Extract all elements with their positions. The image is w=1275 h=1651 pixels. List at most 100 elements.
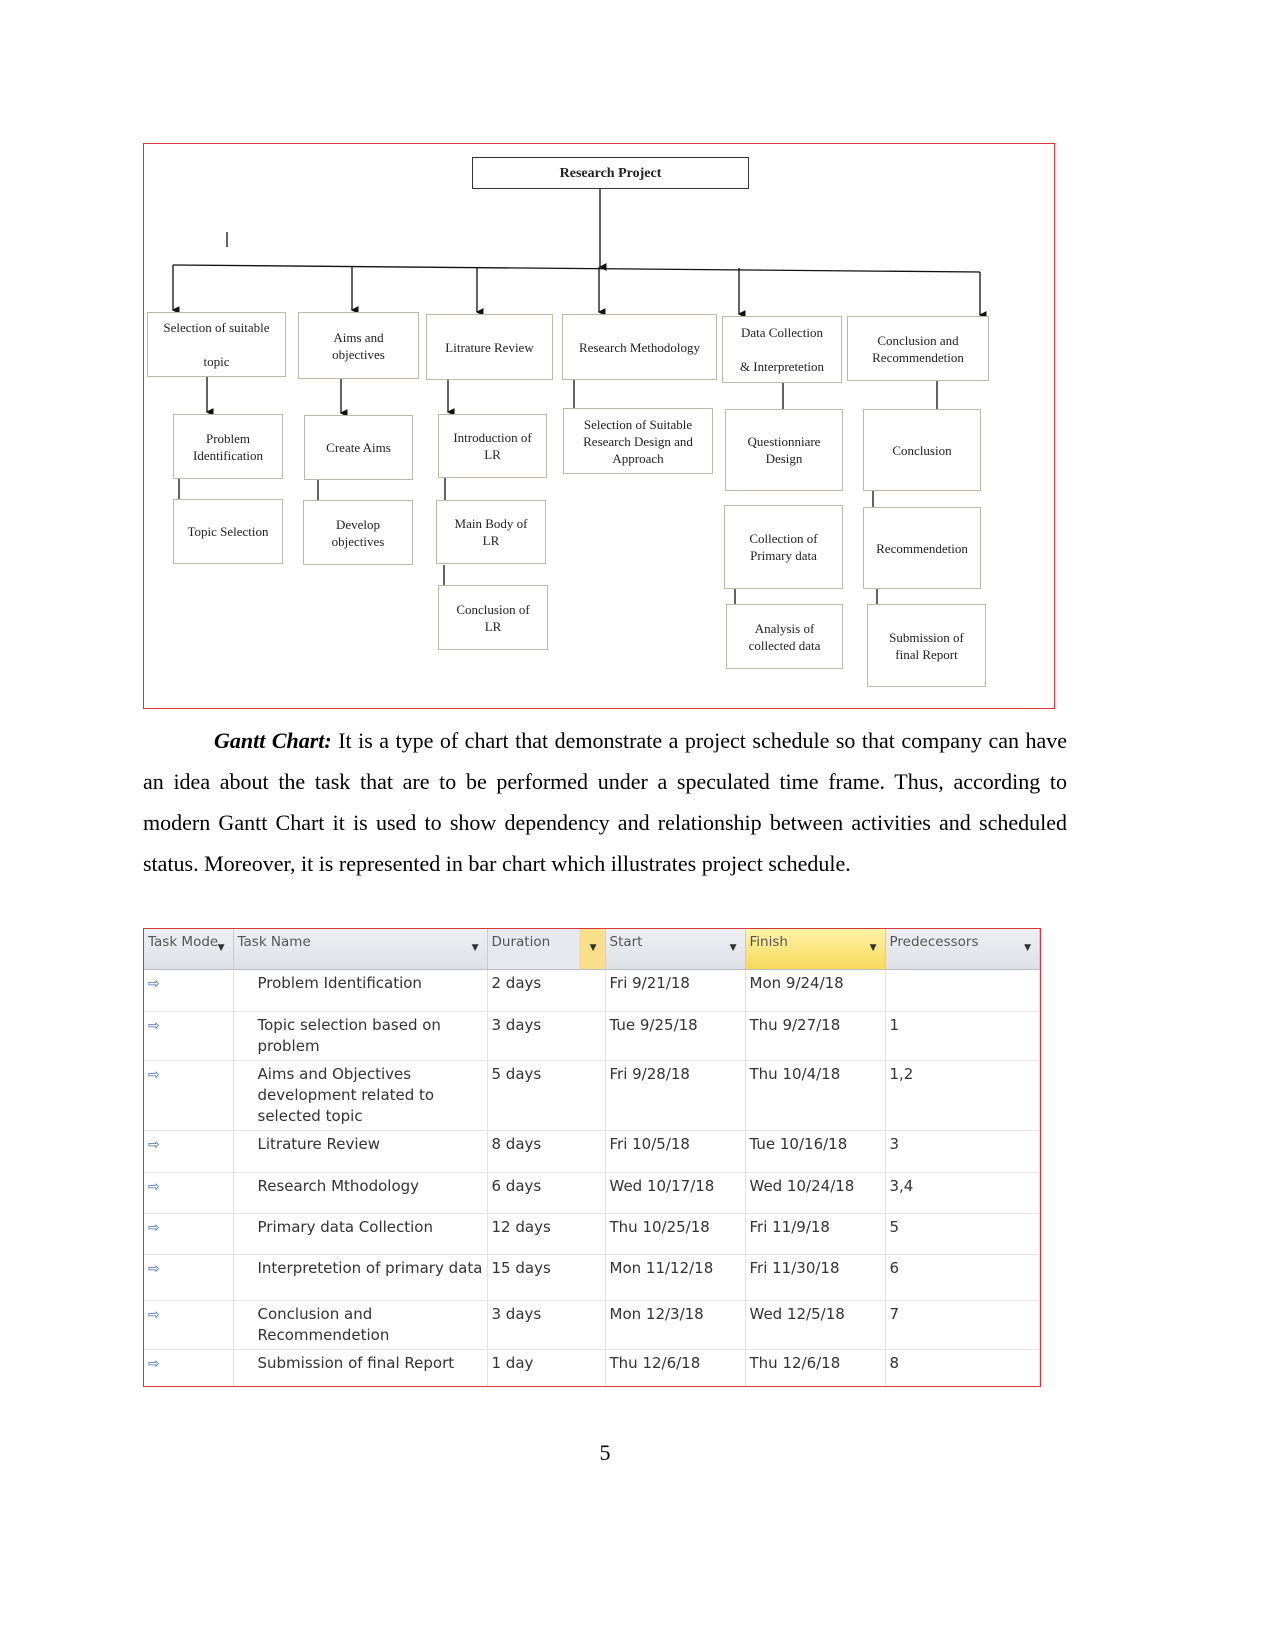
duration-cell: 3 days xyxy=(487,1300,606,1350)
diagram-node-level3: Recommendetion xyxy=(863,507,981,589)
column-header-label: Predecessors xyxy=(889,934,979,950)
duration-cell: 1 day xyxy=(487,1349,606,1386)
task-mode-cell: ⇨ xyxy=(144,1254,234,1301)
task-mode-cell: ⇨ xyxy=(144,1349,234,1386)
diagram-node-level1: Conclusion and Recommendetion xyxy=(847,316,989,381)
column-filter-dropdown-icon[interactable]: ▼ xyxy=(870,943,877,953)
column-filter-dropdown-icon[interactable]: ▼ xyxy=(472,943,479,953)
predecessors-cell: 5 xyxy=(885,1213,1040,1255)
task-name-cell: Litrature Review xyxy=(233,1130,488,1173)
column-header-finish[interactable]: Finish ▼ xyxy=(745,929,886,970)
start-cell: Thu 12/6/18 xyxy=(605,1349,746,1386)
task-name-cell: Interpretetion of primary data xyxy=(233,1254,488,1301)
diagram-node-level2: Conclusion xyxy=(863,409,981,491)
column-filter-dropdown-icon[interactable]: ▼ xyxy=(218,943,225,953)
duration-cell: 2 days xyxy=(487,969,606,1012)
table-row[interactable]: ⇨ Interpretetion of primary data 15 days Mo… xyxy=(144,1254,1040,1301)
table-row[interactable]: ⇨ Research Mthodology 6 days Wed 10/17/18 We… xyxy=(144,1172,1040,1214)
column-header-label: Duration xyxy=(491,934,551,950)
table-row[interactable]: ⇨ Conclusion and Recommendetion 3 days Mon … xyxy=(144,1300,1040,1350)
diagram-node-level3: Main Body of LR xyxy=(436,500,546,564)
table-row[interactable]: ⇨ Submission of final Report 1 day Thu 12/6… xyxy=(144,1349,1040,1386)
start-cell: Wed 10/17/18 xyxy=(605,1172,746,1214)
start-cell: Fri 9/28/18 xyxy=(605,1060,746,1131)
task-name-cell: Problem Identification xyxy=(233,969,488,1012)
column-header-label: Task Name xyxy=(237,934,311,950)
finish-cell: Thu 9/27/18 xyxy=(745,1011,886,1061)
duration-cell: 5 days xyxy=(487,1060,606,1131)
column-filter-dropdown-icon[interactable]: ▼ xyxy=(1024,943,1031,953)
auto-scheduled-task-icon: ⇨ xyxy=(148,1261,160,1277)
task-name-cell: Research Mthodology xyxy=(233,1172,488,1214)
auto-scheduled-task-icon: ⇨ xyxy=(148,1018,160,1034)
task-name-cell: Primary data Collection xyxy=(233,1213,488,1255)
diagram-node-level1: Litrature Review xyxy=(426,314,553,380)
column-header-label: Finish xyxy=(749,934,788,950)
finish-cell: Fri 11/9/18 xyxy=(745,1213,886,1255)
start-cell: Fri 10/5/18 xyxy=(605,1130,746,1173)
task-name-cell: Conclusion and Recommendetion xyxy=(233,1300,488,1350)
task-name-cell: Submission of final Report xyxy=(233,1349,488,1386)
research-project-diagram: Research Project Selection of suitable to… xyxy=(143,143,1055,709)
duration-cell: 3 days xyxy=(487,1011,606,1061)
task-mode-cell: ⇨ xyxy=(144,1300,234,1350)
task-mode-cell: ⇨ xyxy=(144,1213,234,1255)
column-filter-dropdown-icon[interactable]: ▼ xyxy=(730,943,737,953)
task-name-cell: Aims and Objectives development related … xyxy=(233,1060,488,1131)
column-header-predecessors[interactable]: Predecessors ▼ xyxy=(885,929,1040,970)
task-mode-cell: ⇨ xyxy=(144,969,234,1012)
duration-cell: 6 days xyxy=(487,1172,606,1214)
connector-line xyxy=(172,264,981,273)
auto-scheduled-task-icon: ⇨ xyxy=(148,1179,160,1195)
table-row[interactable]: ⇨ Problem Identification 2 days Fri 9/21/18… xyxy=(144,969,1040,1012)
table-row[interactable]: ⇨ Topic selection based on problem 3 days T… xyxy=(144,1011,1040,1061)
diagram-node-level4: Conclusion of LR xyxy=(438,585,548,650)
task-mode-cell: ⇨ xyxy=(144,1172,234,1214)
start-cell: Fri 9/21/18 xyxy=(605,969,746,1012)
duration-cell: 15 days xyxy=(487,1254,606,1301)
diagram-node-level2: Introduction of LR xyxy=(438,414,547,478)
auto-scheduled-task-icon: ⇨ xyxy=(148,1137,160,1153)
predecessors-cell: 1,2 xyxy=(885,1060,1040,1131)
start-cell: Mon 12/3/18 xyxy=(605,1300,746,1350)
column-filter-dropdown-icon[interactable]: ▼ xyxy=(590,943,597,953)
diagram-root-node: Research Project xyxy=(472,157,749,189)
auto-scheduled-task-icon: ⇨ xyxy=(148,1067,160,1083)
gantt-table: Task Mode ▼ Task Name ▼ Duration ▼ Start ▼ Finis… xyxy=(143,928,1041,1387)
table-row[interactable]: ⇨ Aims and Objectives development related… xyxy=(144,1060,1040,1131)
finish-cell: Thu 10/4/18 xyxy=(745,1060,886,1131)
column-header-duration[interactable]: Duration ▼ xyxy=(487,929,606,970)
predecessors-cell: 6 xyxy=(885,1254,1040,1301)
predecessors-cell xyxy=(885,969,1040,1012)
diagram-node-level1: Aims and objectives xyxy=(298,312,419,379)
column-header-task-mode[interactable]: Task Mode ▼ xyxy=(144,929,234,970)
auto-scheduled-task-icon: ⇨ xyxy=(148,1356,160,1372)
duration-cell: 8 days xyxy=(487,1130,606,1173)
finish-cell: Thu 12/6/18 xyxy=(745,1349,886,1386)
column-header-task-name[interactable]: Task Name ▼ xyxy=(233,929,488,970)
diagram-node-level3: Topic Selection xyxy=(173,499,283,564)
diagram-node-level2: Questionniare Design xyxy=(725,409,843,491)
diagram-node-level2: Selection of Suitable Research Design an… xyxy=(563,408,713,474)
diagram-node-level3: Develop objectives xyxy=(303,500,413,565)
predecessors-cell: 7 xyxy=(885,1300,1040,1350)
diagram-node-level1: Selection of suitable topic xyxy=(147,312,286,377)
diagram-node-level4: Submission of final Report xyxy=(867,604,986,687)
table-row[interactable]: ⇨ Primary data Collection 12 days Thu 10/25… xyxy=(144,1213,1040,1255)
auto-scheduled-task-icon: ⇨ xyxy=(148,976,160,992)
finish-cell: Tue 10/16/18 xyxy=(745,1130,886,1173)
column-header-label: Task Mode xyxy=(148,934,219,950)
finish-cell: Fri 11/30/18 xyxy=(745,1254,886,1301)
start-cell: Mon 11/12/18 xyxy=(605,1254,746,1301)
finish-cell: Mon 9/24/18 xyxy=(745,969,886,1012)
auto-scheduled-task-icon: ⇨ xyxy=(148,1220,160,1236)
predecessors-cell: 1 xyxy=(885,1011,1040,1061)
predecessors-cell: 3 xyxy=(885,1130,1040,1173)
predecessors-cell: 8 xyxy=(885,1349,1040,1386)
table-row[interactable]: ⇨ Litrature Review 8 days Fri 10/5/18 Tue 10… xyxy=(144,1130,1040,1173)
column-header-label: Start xyxy=(609,934,643,950)
task-mode-cell: ⇨ xyxy=(144,1011,234,1061)
finish-cell: Wed 12/5/18 xyxy=(745,1300,886,1350)
gantt-chart-term: Gantt Chart: xyxy=(214,728,332,753)
column-header-start[interactable]: Start ▼ xyxy=(605,929,746,970)
